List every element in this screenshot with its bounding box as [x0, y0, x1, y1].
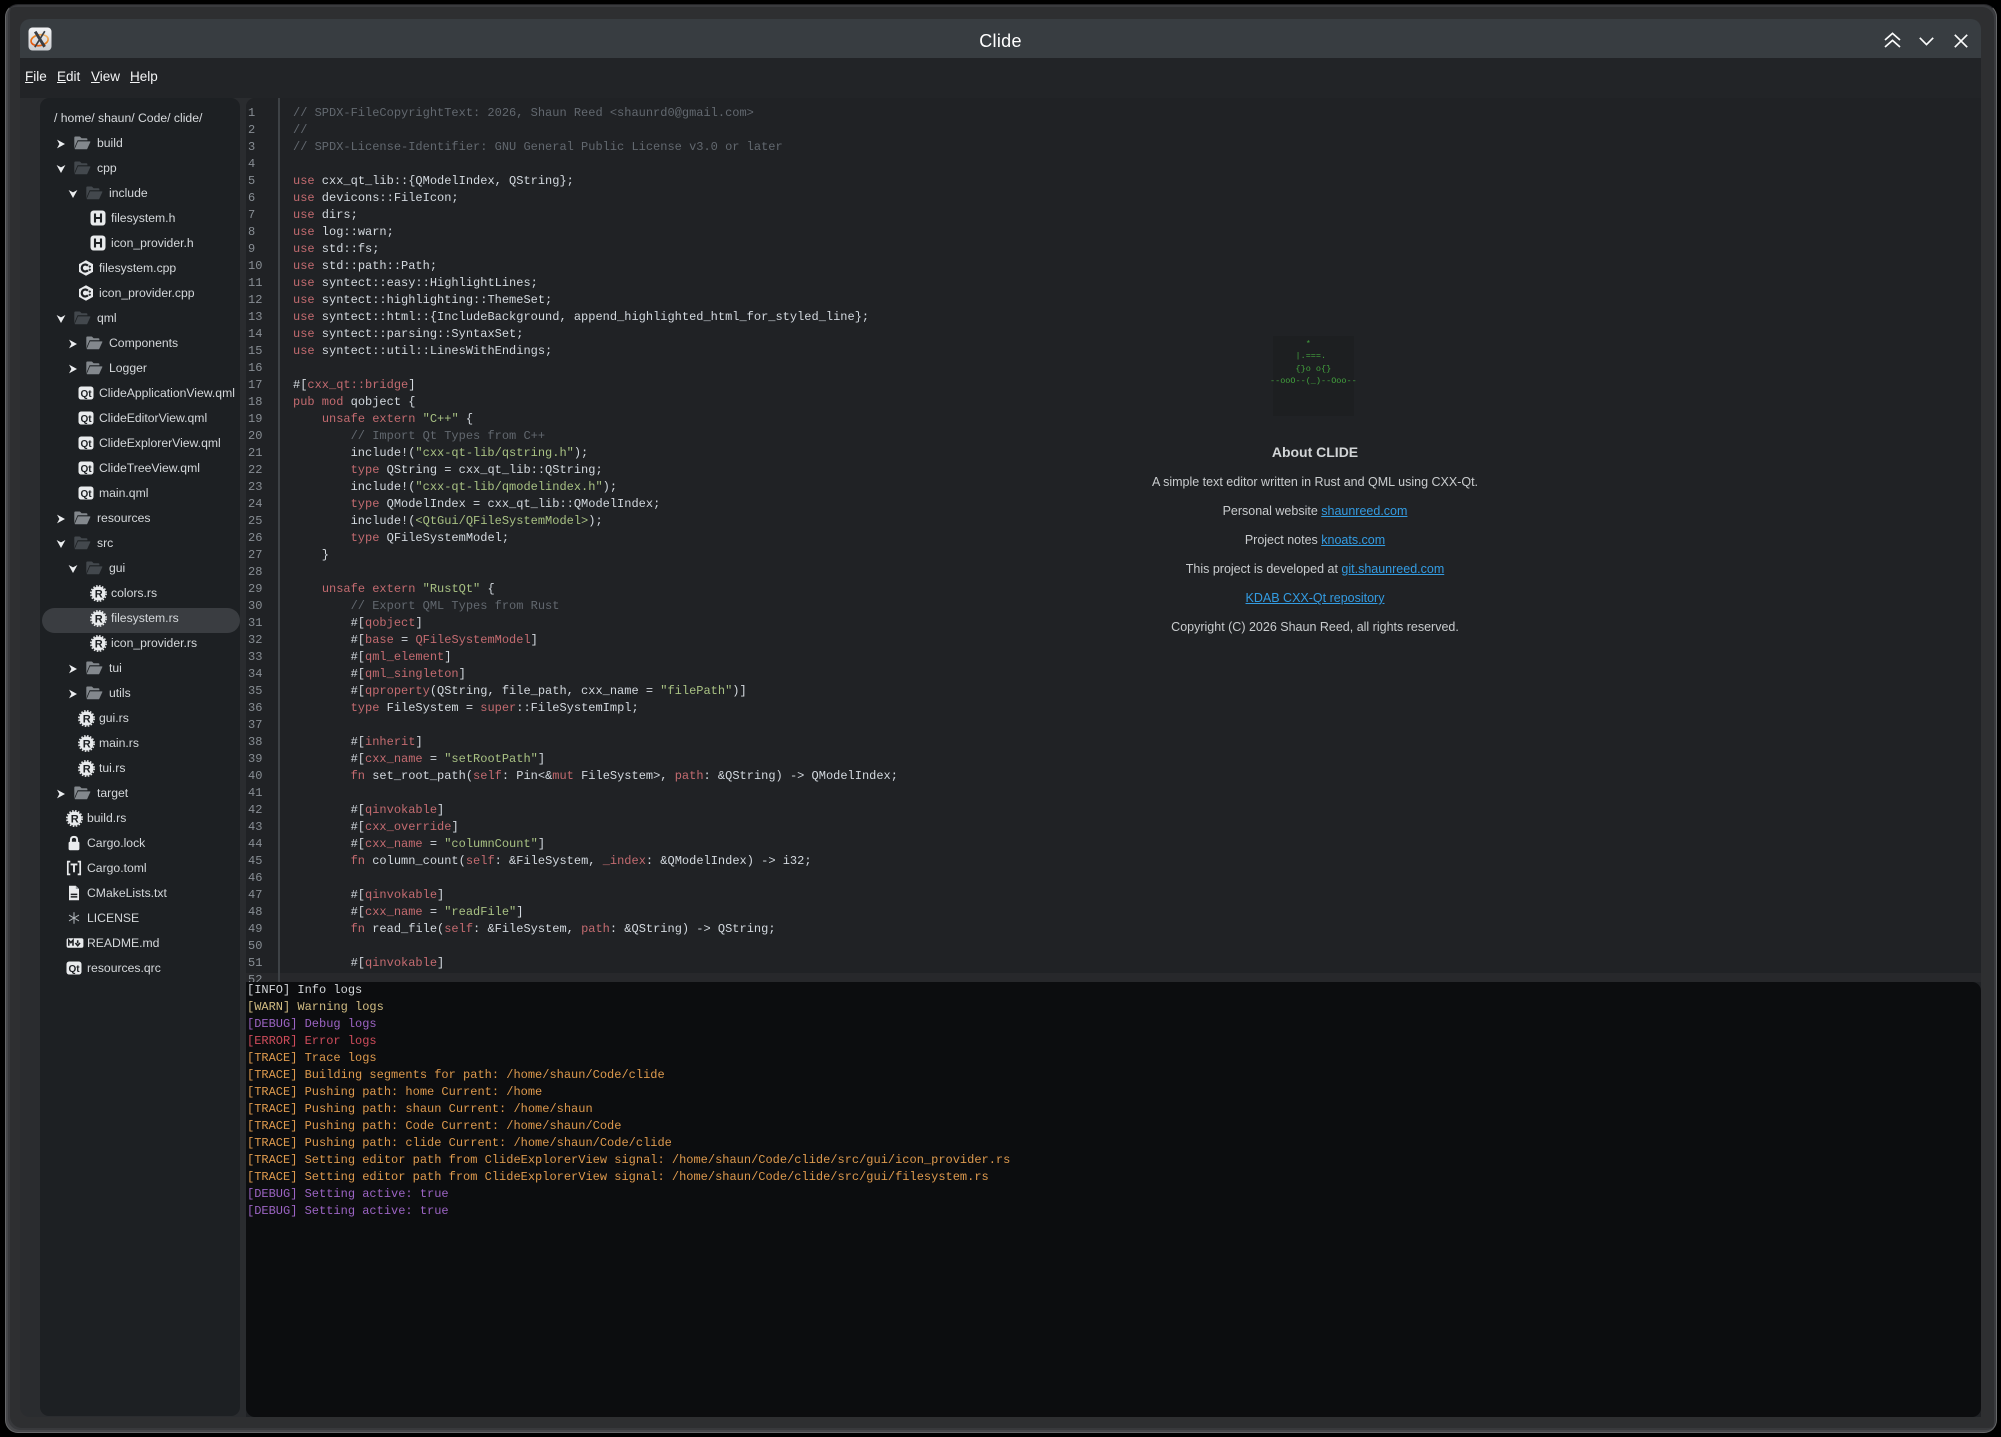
- svg-text:Qt: Qt: [80, 414, 92, 425]
- svg-text:R: R: [71, 814, 79, 826]
- svg-text:R: R: [83, 764, 91, 776]
- svg-text:R: R: [83, 714, 91, 726]
- svg-text:R: R: [95, 614, 103, 626]
- svg-text:Qt: Qt: [80, 464, 92, 475]
- svg-text:Qt: Qt: [68, 964, 80, 975]
- svg-text:R: R: [95, 639, 103, 651]
- svg-text:Qt: Qt: [80, 489, 92, 500]
- svg-text:Qt: Qt: [80, 389, 92, 400]
- svg-text:R: R: [83, 739, 91, 751]
- svg-text:R: R: [95, 589, 103, 601]
- svg-text:Qt: Qt: [80, 439, 92, 450]
